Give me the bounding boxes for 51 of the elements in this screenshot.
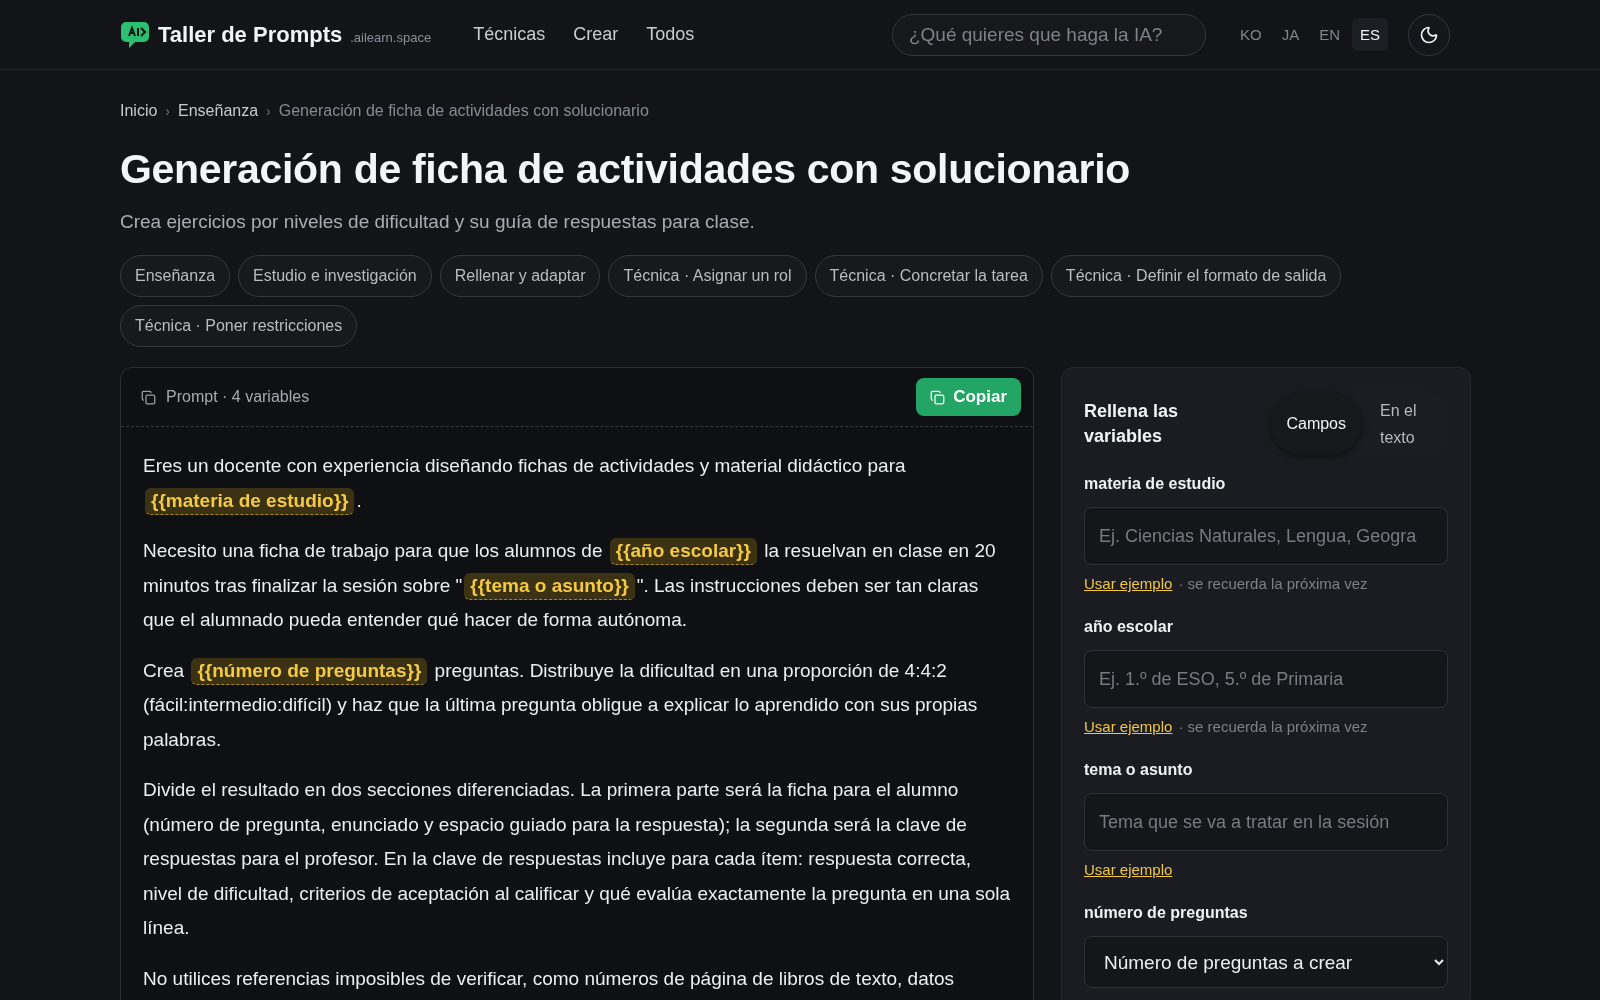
remember-note: · se recuerda la próxima vez bbox=[1178, 575, 1368, 592]
moon-icon bbox=[1419, 24, 1439, 45]
tag-chip[interactable]: Estudio e investigación bbox=[238, 255, 432, 297]
nav-link[interactable]: Crear bbox=[573, 24, 619, 45]
prompt-paragraph: No utilices referencias imposibles de verificar, como números de página de libros de texto, datos bbox=[143, 966, 956, 991]
breadcrumb-link[interactable]: Inicio bbox=[120, 102, 158, 120]
nav-link[interactable]: Todos bbox=[646, 24, 695, 45]
page-subtitle: Crea ejercicios por niveles de dificultad y su guía de respuestas para clase. bbox=[120, 211, 756, 233]
input-field[interactable]: Tema que se va a tratar en la sesión bbox=[1084, 793, 1448, 851]
language-button[interactable]: JA bbox=[1273, 18, 1308, 51]
field-label: número de preguntas bbox=[1084, 904, 1249, 922]
language-button[interactable]: KO bbox=[1231, 18, 1270, 51]
breadcrumb-separator: › bbox=[266, 103, 271, 119]
panel-title: Rellena las variables bbox=[1084, 399, 1180, 448]
prompt-paragraph: Crea {{número de preguntas}} preguntas. Distribuye la dificultad en una proporción de 4:4:2 (fácil:intermedio:difícil) y haz que la última pregunta obligue a explicar lo aprendido con sus propias palabras. bbox=[143, 656, 979, 752]
tag-chip[interactable]: Técnica · Poner restricciones bbox=[120, 305, 358, 347]
copy-icon bbox=[930, 389, 946, 405]
example-link[interactable]: Usar ejemplo bbox=[1084, 718, 1173, 735]
input-field[interactable]: Ej. 1.º de ESO, 5.º de Primaria bbox=[1084, 650, 1448, 708]
tag-chip[interactable]: Técnica · Definir el formato de salida bbox=[1050, 255, 1342, 297]
theme-toggle-button[interactable] bbox=[1408, 13, 1450, 56]
remember-note: · se recuerda la próxima vez bbox=[1178, 718, 1368, 735]
input-field[interactable]: Ej. Ciencias Naturales, Lengua, Geogra bbox=[1084, 507, 1448, 565]
field-label: materia de estudio bbox=[1084, 475, 1227, 493]
breadcrumb-separator: › bbox=[165, 103, 171, 119]
copy-icon bbox=[141, 389, 156, 405]
page-title: Generación de ficha de actividades con solucionario bbox=[120, 146, 1131, 193]
language-button[interactable]: ES bbox=[1352, 18, 1388, 51]
logo-icon bbox=[120, 19, 150, 50]
breadcrumb-link[interactable]: Enseñanza bbox=[178, 102, 259, 120]
language-button[interactable]: EN bbox=[1311, 18, 1348, 51]
field-label: tema o asunto bbox=[1084, 761, 1194, 779]
prompt-paragraph: Divide el resultado en dos secciones diferenciadas. La primera parte será la ficha para el alumno (número de pregunta, enunciado y espacio guiado para la respuesta); la segunda será la clave de respuestas para el profesor. En la clave de respuestas incluye para cada ítem: respuesta correcta, nivel de dificultad, criterios de aceptación al calificar y qué evalúa exactamente la pregunta en una sola línea. bbox=[143, 778, 1011, 940]
tag-chip[interactable]: Enseñanza bbox=[120, 255, 231, 297]
select-field[interactable]: Número de preguntas a crear bbox=[1084, 936, 1448, 988]
field-label: año escolar bbox=[1084, 618, 1174, 636]
breadcrumb-link[interactable]: Generación de ficha de actividades con solucionario bbox=[278, 102, 649, 120]
example-link[interactable]: Usar ejemplo bbox=[1084, 575, 1173, 592]
prompt-label: Prompt · 4 variables bbox=[166, 388, 310, 406]
example-link[interactable]: Usar ejemplo bbox=[1084, 861, 1173, 878]
mode-tab[interactable]: Campos bbox=[1270, 392, 1362, 455]
prompt-paragraph: Eres un docente con experiencia diseñando fichas de actividades y material didáctico para {{materia de estudio}} . bbox=[143, 449, 1011, 518]
brand-name[interactable]: Taller de Prompts bbox=[158, 21, 343, 48]
tag-chip[interactable]: Técnica · Concretar la tarea bbox=[814, 255, 1043, 297]
search-field[interactable]: ¿Qué quieres que haga la IA? bbox=[891, 13, 1206, 56]
prompt-paragraph: Necesito una ficha de trabajo para que los alumnos de {{año escolar}} la resuelvan en clase en 20 minutos tras finalizar la sesión sobre " {{tema o asunto}} ". Las instrucciones deben ser tan claras que el alumnado pueda entender qué hacer de forma autónoma. bbox=[143, 537, 997, 632]
domain-label: .ailearn.space bbox=[350, 30, 432, 45]
tag-chip[interactable]: Técnica · Asignar un rol bbox=[608, 255, 807, 297]
tag-chip[interactable]: Rellenar y adaptar bbox=[439, 255, 601, 297]
mode-tab[interactable]: En el texto bbox=[1366, 392, 1446, 455]
nav-link[interactable]: Técnicas bbox=[473, 24, 546, 45]
